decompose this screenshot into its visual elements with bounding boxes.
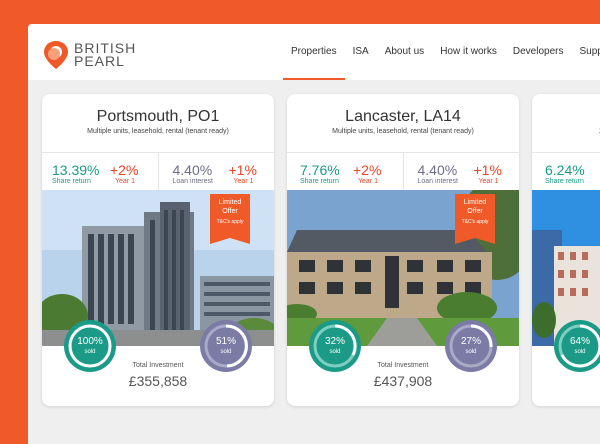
loan-sold-label: sold — [220, 349, 232, 355]
share-sold-percent: 100% — [77, 336, 103, 347]
brand-logo[interactable]: BRITISH PEARL — [43, 40, 136, 70]
nav-developers[interactable]: Developers — [505, 24, 572, 80]
share-year-label: Year 1 — [115, 178, 135, 185]
badge-ribbon-tail — [455, 238, 495, 244]
loan-bonus-value: +1% — [473, 162, 502, 178]
nav-properties[interactable]: Properties — [283, 24, 345, 80]
loan-sold-percent: 27% — [460, 336, 481, 347]
share-return-stat: 13.39% +2% Share return Year 1 — [42, 153, 158, 191]
property-title: Portsmouth, PO1 — [96, 108, 220, 125]
brand-line-2: PEARL — [74, 53, 125, 69]
share-return-value: 13.39% — [52, 162, 100, 178]
browser-window: BRITISH PEARL Properties ISA About us Ho… — [28, 24, 600, 444]
property-subtitle: Multiple units, leasehold, rental (tenan… — [87, 128, 229, 135]
share-sold-label: sold — [574, 349, 586, 355]
share-return-label: Share return — [545, 178, 584, 185]
loan-interest-label: Loan interest — [417, 178, 458, 185]
loan-interest-value: 4.40% — [172, 162, 213, 178]
share-bonus-value: +2% — [353, 162, 382, 178]
total-investment-value: £355,858 — [128, 373, 188, 389]
property-title: Lancaster, LA14 — [345, 108, 461, 125]
loan-interest-value: 4.40% — [417, 162, 458, 178]
brand-name: BRITISH PEARL — [74, 41, 136, 69]
property-card[interactable]: Lancaster, LA14 Multiple units, leasehol… — [287, 94, 519, 406]
badge-terms: T&C's apply — [216, 219, 244, 225]
share-year-label: Year 1 — [358, 178, 378, 185]
property-subtitle: Multiple units, leasehold, rental (tenan… — [332, 128, 474, 135]
share-sold-percent: 32% — [324, 336, 345, 347]
share-return-stat: 6.24% Share return — [532, 153, 600, 191]
share-return-label: Share return — [300, 178, 339, 185]
total-investment-label: Total Investment — [377, 362, 429, 369]
badge-line-2: Offer — [467, 208, 483, 215]
total-investment-label: Total Investment — [132, 362, 184, 369]
nav-about-us[interactable]: About us — [377, 24, 432, 80]
badge-terms: T&C's apply — [461, 219, 489, 225]
loan-interest-stat: 4.40% +1% Loan interest Year 1 — [402, 153, 520, 191]
return-stats: 6.24% Share return — [532, 152, 600, 191]
property-card[interactable]: 2-bedroom 6.24% Share return 64% sold — [532, 94, 600, 406]
badge-ribbon-tail — [210, 238, 250, 244]
loan-year-label: Year 1 — [233, 178, 254, 185]
return-stats: 13.39% +2% Share return Year 1 4.40% +1%… — [42, 152, 274, 191]
loan-bonus-value: +1% — [228, 162, 257, 178]
loan-sold-label: sold — [465, 349, 477, 355]
limited-offer-badge: Limited Offer T&C's apply — [455, 194, 495, 238]
share-sold-label: sold — [84, 349, 96, 355]
property-subtitle: 2-bedroom — [532, 128, 600, 135]
nav-support[interactable]: Support — [571, 24, 600, 80]
loan-interest-stat: 4.40% +1% Loan interest Year 1 — [157, 153, 275, 191]
share-bonus-value: +2% — [110, 162, 139, 178]
share-sold-ring: 64% sold — [554, 320, 600, 372]
badge-line-1: Limited — [463, 199, 487, 206]
return-stats: 7.76% +2% Share return Year 1 4.40% +1% … — [287, 152, 519, 191]
site-header: BRITISH PEARL Properties ISA About us Ho… — [28, 24, 600, 80]
badge-line-2: Offer — [222, 208, 238, 215]
loan-interest-label: Loan interest — [172, 178, 213, 185]
property-card[interactable]: Portsmouth, PO1 Multiple units, leasehol… — [42, 94, 274, 406]
loan-sold-percent: 51% — [215, 336, 236, 347]
main-nav: Properties ISA About us How it works Dev… — [283, 24, 600, 80]
nav-how-it-works[interactable]: How it works — [432, 24, 505, 80]
share-return-stat: 7.76% +2% Share return Year 1 — [287, 153, 403, 191]
share-sold-label: sold — [329, 349, 341, 355]
share-return-label: Share return — [52, 178, 91, 185]
limited-offer-badge: Limited Offer T&C's apply — [210, 194, 250, 238]
nav-isa[interactable]: ISA — [345, 24, 377, 80]
share-return-value: 7.76% — [300, 162, 340, 178]
total-investment-value: £437,908 — [373, 373, 433, 389]
map-pin-icon — [43, 40, 69, 70]
share-return-value: 6.24% — [545, 162, 585, 178]
share-sold-percent: 64% — [569, 336, 590, 347]
loan-year-label: Year 1 — [478, 178, 499, 185]
badge-line-1: Limited — [218, 199, 242, 206]
